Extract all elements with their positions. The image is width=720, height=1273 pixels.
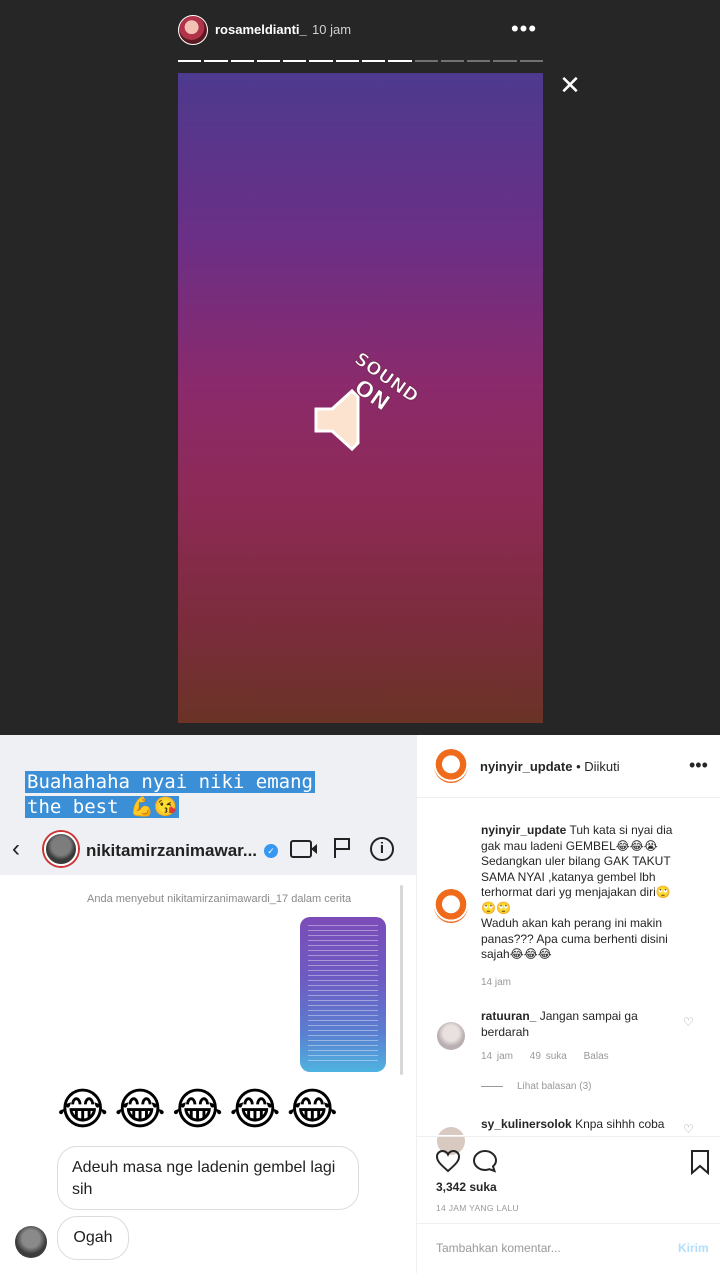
close-icon[interactable]: ✕	[556, 72, 584, 100]
sender-avatar	[15, 1226, 47, 1258]
emoji-message: 😂😂😂😂😂	[57, 1085, 345, 1134]
back-icon[interactable]: ‹	[12, 835, 20, 863]
story-timestamp: 10 jam	[312, 22, 352, 37]
progress-segment	[309, 60, 333, 62]
story-avatar[interactable]	[178, 15, 208, 45]
like-count-label: suka	[469, 1180, 497, 1194]
verified-badge-icon: ✓	[264, 844, 278, 858]
view-replies-link[interactable]: Lihat balasan (3)	[481, 1081, 592, 1092]
comment-bubble-icon[interactable]	[472, 1149, 498, 1173]
add-comment-input[interactable]: Tambahkan komentar...	[436, 1241, 561, 1255]
video-call-icon[interactable]	[290, 840, 312, 858]
story-viewer: rosameldianti_ 10 jam ••• SOUND ON ✕	[0, 0, 720, 735]
reply-button[interactable]: Balas	[584, 1051, 609, 1062]
caption-author-avatar[interactable]	[434, 889, 468, 923]
story-progress-bar	[178, 60, 543, 62]
caption-line-2: the best 💪😘	[25, 796, 180, 818]
flag-icon[interactable]	[332, 837, 352, 859]
comment-username[interactable]: ratuuran_	[481, 1009, 536, 1023]
like-count-number: 3,342	[436, 1180, 467, 1194]
comment-time: 14 jam	[481, 1051, 514, 1062]
bookmark-icon[interactable]	[689, 1149, 711, 1175]
progress-segment	[204, 60, 228, 62]
post-date: 14 JAM YANG LALU	[436, 1203, 519, 1213]
caption-timestamp: 14 jam	[481, 977, 512, 988]
caption-username[interactable]: nyinyir_update	[481, 823, 566, 837]
post-panel: nyinyir_update • Diikuti ••• nyinyir_upd…	[416, 735, 720, 1273]
divider	[417, 797, 720, 798]
story-content[interactable]: SOUND ON	[178, 73, 543, 723]
story-thumbnail[interactable]	[300, 917, 386, 1072]
dm-screenshot-panel: Buahahaha nyai niki emang the best 💪😘 ‹ …	[0, 735, 416, 1273]
scrollbar[interactable]	[400, 885, 403, 1075]
like-heart-icon[interactable]	[435, 1149, 461, 1173]
more-options-icon[interactable]: •••	[689, 755, 708, 776]
comment-likes[interactable]: 49 suka	[530, 1051, 567, 1062]
comment: sy_kulinersolok Knpa sihhh coba	[481, 1117, 664, 1131]
progress-segment	[519, 60, 543, 62]
dm-avatar[interactable]	[44, 832, 78, 866]
commenter-avatar[interactable]	[437, 1022, 465, 1050]
like-comment-heart-icon[interactable]: ♡	[683, 1122, 694, 1136]
post-author-avatar[interactable]	[434, 749, 468, 783]
comment-text: Knpa sihhh coba	[575, 1117, 665, 1131]
progress-segment	[467, 60, 491, 62]
more-options-icon[interactable]: •••	[510, 14, 538, 44]
progress-segment	[283, 60, 307, 62]
like-comment-heart-icon[interactable]: ♡	[683, 1015, 694, 1029]
post-comment-button[interactable]: Kirim	[678, 1241, 709, 1255]
info-icon[interactable]: i	[370, 837, 394, 861]
post-header: nyinyir_update • Diikuti	[480, 759, 620, 774]
progress-segment	[414, 60, 438, 62]
divider	[417, 1223, 720, 1224]
caption-line-1: Buahahaha nyai niki emang	[25, 771, 315, 793]
composite-screenshot: rosameldianti_ 10 jam ••• SOUND ON ✕ Bua…	[0, 0, 720, 1273]
like-count[interactable]: 3,342 suka	[436, 1180, 497, 1194]
progress-segment	[230, 60, 254, 62]
message-bubble: Ogah	[57, 1216, 129, 1260]
dm-header-area: Buahahaha nyai niki emang the best 💪😘 ‹ …	[0, 735, 416, 875]
message-bubble: Adeuh masa nge ladenin gembel lagi sih	[57, 1146, 359, 1210]
post-author-username[interactable]: nyinyir_update	[480, 759, 572, 774]
post-caption: nyinyir_update Tuh kata si nyai dia gak …	[481, 823, 681, 963]
progress-segment	[440, 60, 465, 62]
progress-segment	[388, 60, 412, 62]
progress-segment	[178, 60, 202, 62]
progress-segment	[335, 60, 359, 62]
comment-username[interactable]: sy_kulinersolok	[481, 1117, 572, 1131]
caption-text-2: Waduh akan kah perang ini makin panas???…	[481, 916, 668, 961]
comment: ratuuran_ Jangan sampai ga berdarah	[481, 1008, 661, 1040]
divider	[417, 1136, 720, 1137]
progress-segment	[361, 60, 386, 62]
sound-on-sticker[interactable]: SOUND ON	[308, 343, 418, 453]
follow-status[interactable]: • Diikuti	[576, 759, 620, 774]
comment-meta: 14 jam 49 suka Balas	[481, 1051, 621, 1062]
dm-toolbar: ‹ nikitamirzanimawar... ✓ i	[0, 823, 416, 875]
progress-segment	[493, 60, 517, 62]
progress-segment	[256, 60, 281, 62]
dm-username[interactable]: nikitamirzanimawar...	[86, 841, 257, 861]
story-mention-notice: Anda menyebut nikitamirzanimawardi_17 da…	[87, 893, 352, 905]
story-username[interactable]: rosameldianti_	[215, 22, 307, 37]
story-caption: Buahahaha nyai niki emang the best 💪😘	[25, 770, 315, 820]
